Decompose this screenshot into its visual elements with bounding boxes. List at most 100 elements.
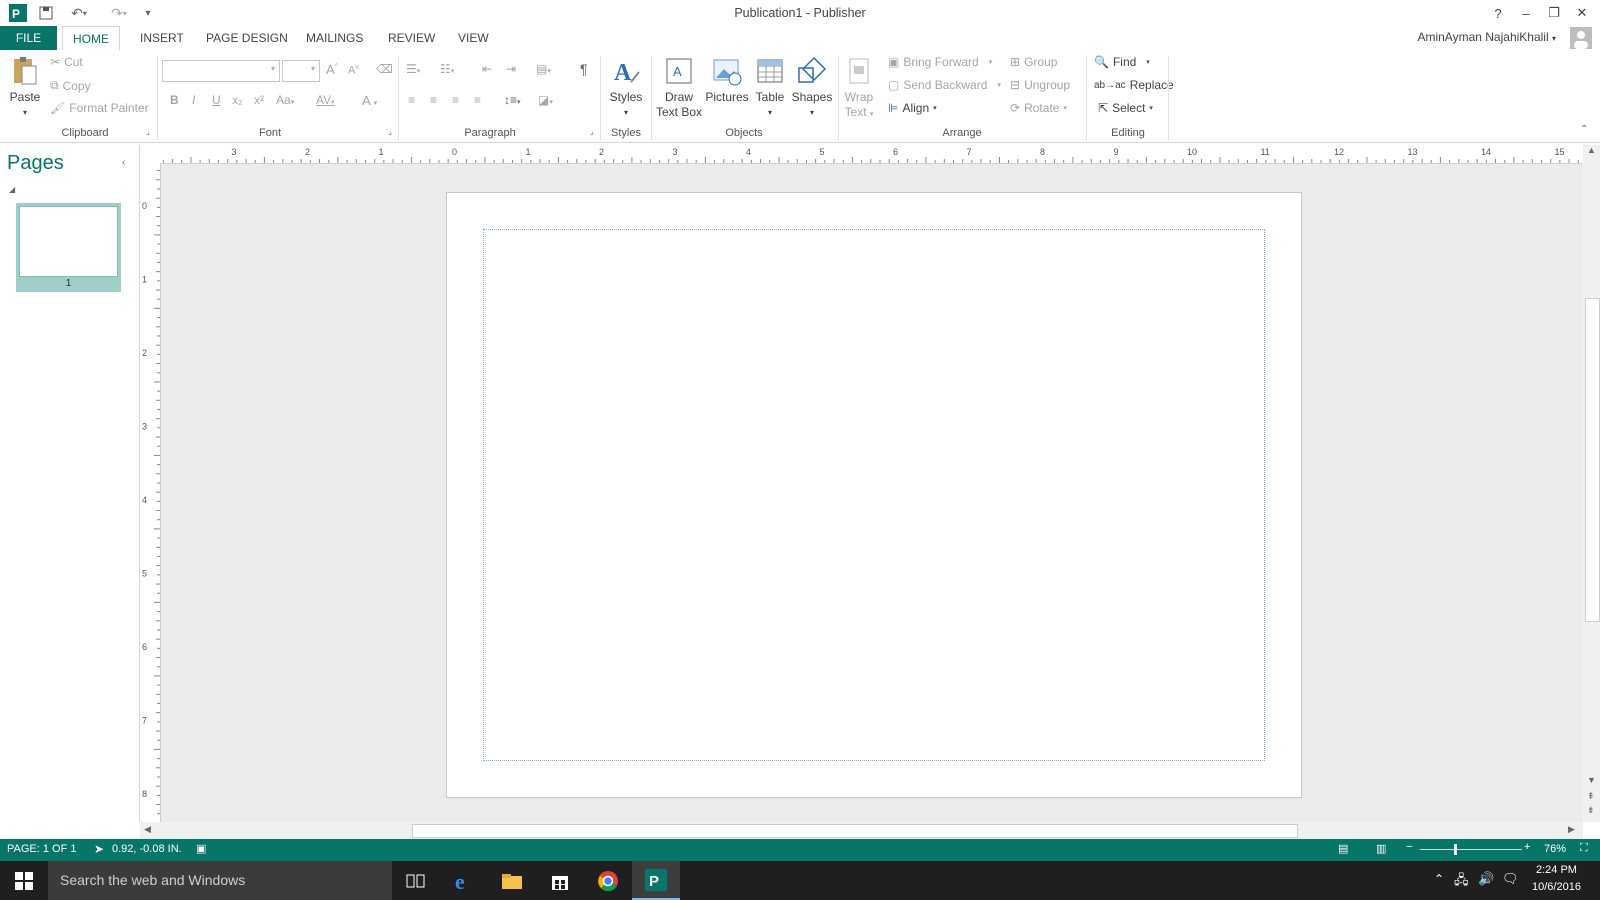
italic-button[interactable]: I — [192, 93, 195, 107]
store-icon[interactable] — [536, 861, 584, 900]
tab-view[interactable]: VIEW — [448, 26, 499, 50]
close-button[interactable]: ✕ — [1568, 2, 1596, 24]
zoom-slider[interactable] — [1420, 849, 1522, 850]
tab-page-design[interactable]: PAGE DESIGN — [196, 26, 298, 50]
clock-time[interactable]: 2:24 PM — [1536, 864, 1577, 876]
publisher-taskbar-icon[interactable]: P — [632, 861, 680, 900]
find-button[interactable]: 🔍 Find ▾ — [1094, 55, 1150, 69]
tab-insert[interactable]: INSERT — [130, 26, 194, 50]
increase-indent-icon[interactable]: ⇥ — [506, 62, 516, 76]
clipboard-launcher-icon[interactable]: ⌟ — [146, 127, 150, 136]
collapse-ribbon-icon[interactable]: ⌃ — [1580, 124, 1588, 135]
zoom-in-icon[interactable]: + — [1524, 841, 1530, 853]
grow-font-button[interactable]: A^ — [326, 62, 338, 77]
align-center-icon[interactable]: ≡ — [430, 93, 437, 107]
scroll-right-icon[interactable]: ▶ — [1568, 824, 1575, 835]
align-button[interactable]: ⊫ Align ▾ — [888, 101, 937, 115]
minimize-button[interactable]: – — [1512, 2, 1540, 24]
two-page-view-icon[interactable]: ▥ — [1376, 842, 1386, 855]
scroll-down-icon[interactable]: ▼ — [1587, 775, 1596, 785]
shrink-font-button[interactable]: Av — [348, 64, 359, 77]
group-button[interactable]: ⊞ Group — [1010, 55, 1057, 69]
ruler-label: 7 — [142, 716, 147, 726]
user-name[interactable]: AminAyman NajahiKhalil ▾ — [1417, 30, 1556, 44]
next-page-icon[interactable]: ⇟ — [1587, 805, 1595, 816]
clear-formatting-icon[interactable]: ⌫ — [376, 62, 393, 76]
cut-button[interactable]: ✂ Cut — [50, 55, 83, 69]
horizontal-scroll-thumb[interactable] — [412, 824, 1298, 838]
clock-date[interactable]: 10/6/2016 — [1532, 881, 1581, 893]
single-page-view-icon[interactable]: ▤ — [1338, 842, 1348, 855]
format-painter-button[interactable]: 🖌 Format Painter — [50, 101, 149, 115]
align-left-icon[interactable]: ≡ — [408, 93, 415, 107]
vertical-ruler[interactable]: 0 1 2 3 4 5 6 7 8 — [140, 163, 161, 823]
restore-button[interactable]: ❐ — [1540, 2, 1568, 24]
align-right-icon[interactable]: ≡ — [452, 93, 459, 107]
character-spacing-button[interactable]: AV▾ — [316, 93, 335, 107]
ungroup-button[interactable]: ⊟ Ungroup — [1010, 78, 1070, 92]
zoom-level[interactable]: 76% — [1544, 843, 1566, 855]
styles-button[interactable]: A Styles ▾ — [606, 56, 646, 120]
zoom-out-icon[interactable]: − — [1406, 841, 1412, 853]
page-indicator[interactable]: PAGE: 1 OF 1 — [7, 843, 77, 855]
change-case-button[interactable]: Aa▾ — [276, 93, 294, 107]
zoom-slider-thumb[interactable] — [1454, 844, 1457, 855]
paragraph-shading-icon[interactable]: ◪▾ — [538, 93, 553, 107]
paragraph-launcher-icon[interactable]: ⌟ — [590, 127, 594, 136]
superscript-button[interactable]: x² — [254, 93, 264, 107]
tab-review[interactable]: REVIEW — [378, 26, 445, 50]
wrap-text-button[interactable]: Wrap Text ▾ — [842, 56, 876, 122]
previous-page-icon[interactable]: ⇞ — [1587, 791, 1595, 802]
send-backward-button[interactable]: ▢ Send Backward ▾ — [888, 78, 1001, 92]
file-explorer-icon[interactable] — [488, 861, 536, 900]
font-color-button[interactable]: A ▾ — [362, 93, 377, 108]
section-expand-icon[interactable]: ◢ — [9, 185, 15, 194]
table-button[interactable]: Table ▾ — [752, 56, 788, 120]
collapse-pages-icon[interactable]: ‹ — [122, 157, 125, 168]
network-icon[interactable]: 🖧 — [1454, 871, 1469, 893]
decrease-indent-icon[interactable]: ⇤ — [482, 62, 492, 76]
scroll-left-icon[interactable]: ◀ — [144, 824, 151, 835]
underline-button[interactable]: U — [212, 93, 221, 107]
page-thumbnail[interactable]: 1 — [16, 203, 121, 292]
justify-icon[interactable]: ≡ — [474, 93, 481, 107]
avatar[interactable] — [1570, 27, 1592, 49]
vertical-scroll-thumb[interactable] — [1585, 298, 1600, 622]
edge-browser-icon[interactable]: e — [440, 861, 488, 900]
notifications-icon[interactable]: 🗨 — [1502, 871, 1519, 887]
pictures-button[interactable]: Pictures — [704, 56, 750, 105]
task-view-icon[interactable] — [392, 861, 440, 900]
fit-page-icon[interactable]: ⛶ — [1580, 842, 1588, 855]
show-formatting-button[interactable]: ¶ — [580, 61, 588, 77]
select-button[interactable]: ⇱ Select ▾ — [1098, 101, 1153, 115]
font-size-combo[interactable]: ▾ — [282, 60, 320, 82]
tab-file[interactable]: FILE — [0, 26, 57, 50]
replace-button[interactable]: ab→ac Replace — [1094, 78, 1174, 92]
rotate-button[interactable]: ⟳ Rotate ▾ — [1010, 101, 1067, 115]
copy-button[interactable]: ⧉ Copy — [50, 78, 91, 93]
horizontal-ruler[interactable]: 3 2 1 0 1 2 3 4 5 6 7 8 9 10 11 12 13 14 15 — [160, 145, 1582, 164]
tab-home[interactable]: HOME — [62, 26, 120, 52]
page-thumbnail-number: 1 — [65, 278, 72, 289]
taskbar-search[interactable]: Search the web and Windows — [48, 861, 392, 900]
subscript-button[interactable]: x₂ — [232, 93, 243, 107]
bold-button[interactable]: B — [170, 93, 179, 107]
help-button[interactable]: ? — [1484, 2, 1512, 24]
font-name-combo[interactable]: ▾ — [162, 60, 280, 82]
chrome-icon[interactable] — [584, 861, 632, 900]
scroll-up-icon[interactable]: ▲ — [1587, 145, 1596, 155]
bring-forward-button[interactable]: ▣ Bring Forward ▾ — [888, 55, 992, 69]
tab-mailings[interactable]: MAILINGS — [296, 26, 373, 50]
bullets-icon[interactable]: ☰▾ — [406, 62, 420, 76]
volume-icon[interactable]: 🔊 — [1478, 871, 1494, 887]
shapes-button[interactable]: Shapes ▾ — [790, 56, 834, 120]
line-spacing-icon[interactable]: ↕≡▾ — [504, 93, 521, 107]
numbering-icon[interactable]: ☷▾ — [440, 62, 454, 76]
macro-icon[interactable]: ▣ — [196, 842, 206, 855]
show-hidden-icons-icon[interactable]: ⌃ — [1434, 872, 1444, 886]
windows-start-icon[interactable] — [0, 861, 48, 900]
columns-icon[interactable]: ▤▾ — [536, 62, 551, 76]
paste-button[interactable]: Paste ▾ — [8, 56, 42, 120]
font-launcher-icon[interactable]: ⌟ — [388, 127, 392, 136]
draw-text-box-button[interactable]: A Draw Text Box — [654, 56, 704, 120]
